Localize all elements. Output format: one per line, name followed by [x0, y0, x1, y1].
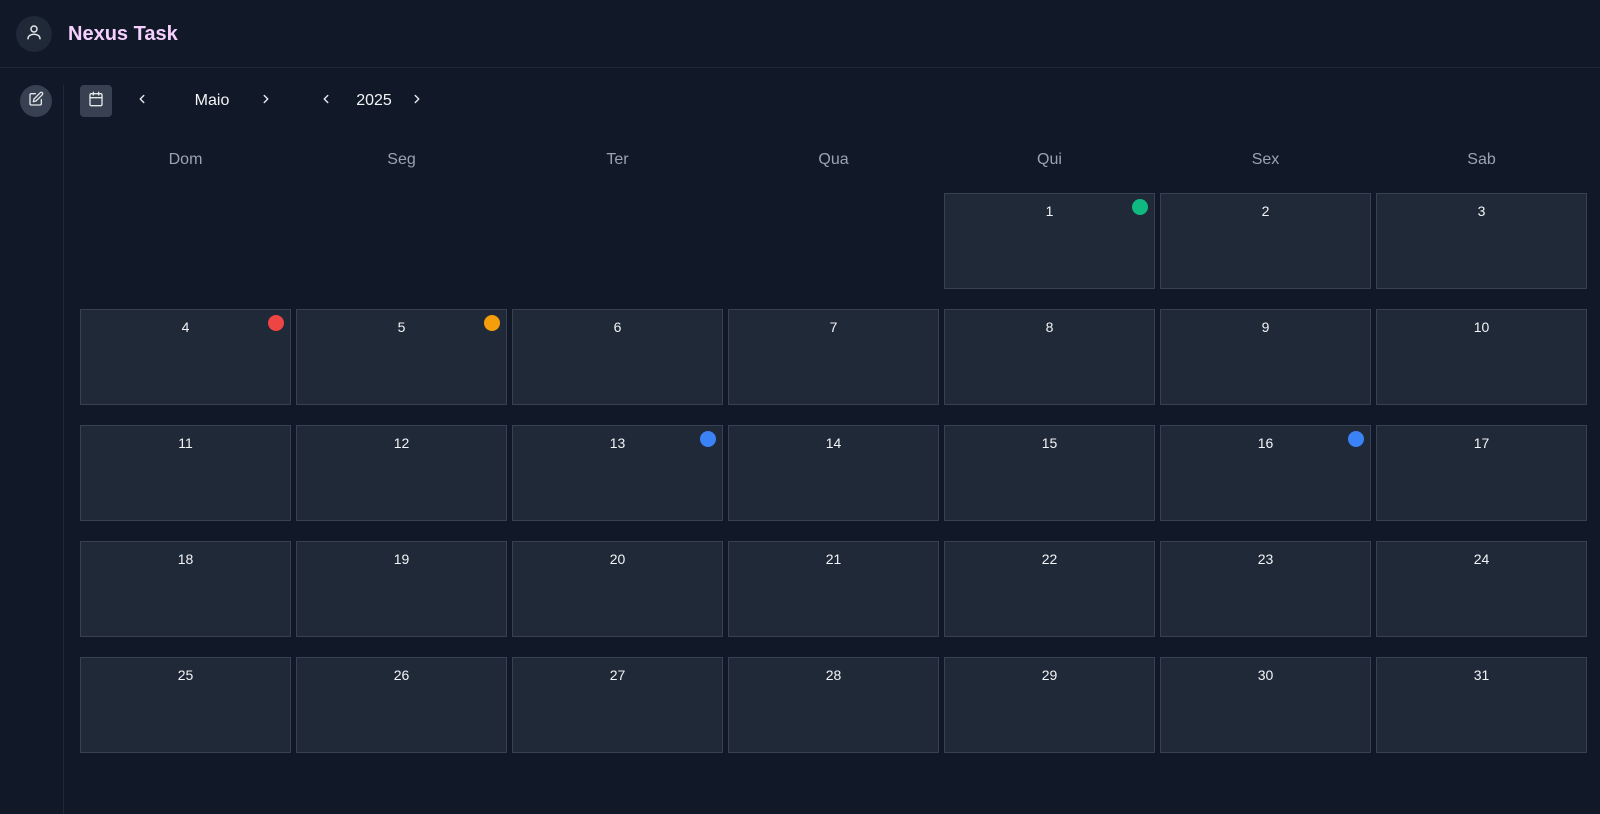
day-number: 12: [393, 435, 410, 451]
calendar-view-button[interactable]: [80, 85, 112, 117]
day-cell[interactable]: 19: [296, 541, 507, 637]
chevron-right-icon: [259, 92, 273, 111]
day-number: 27: [609, 667, 626, 683]
year-label: 2025: [356, 92, 392, 109]
day-number: 22: [1041, 551, 1058, 567]
day-number: 21: [825, 551, 842, 567]
day-cell[interactable]: 6: [512, 309, 723, 405]
calendar-icon: [88, 91, 104, 112]
next-month-button[interactable]: [254, 85, 278, 117]
day-cell[interactable]: 25: [80, 657, 291, 753]
day-cell[interactable]: 26: [296, 657, 507, 753]
day-cell[interactable]: 10: [1376, 309, 1587, 405]
day-cell[interactable]: 9: [1160, 309, 1371, 405]
sidebar: [0, 85, 64, 814]
chevron-right-icon: [410, 92, 424, 111]
day-number: 11: [178, 435, 193, 451]
day-number: 14: [825, 435, 842, 451]
task-indicator-dot: [1132, 199, 1148, 215]
day-cell[interactable]: 29: [944, 657, 1155, 753]
day-number: 17: [1473, 435, 1490, 451]
day-cell[interactable]: 5: [296, 309, 507, 405]
day-cell[interactable]: 7: [728, 309, 939, 405]
day-cell[interactable]: 14: [728, 425, 939, 521]
day-cell[interactable]: 1: [944, 193, 1155, 289]
day-cell[interactable]: 24: [1376, 541, 1587, 637]
day-cell[interactable]: 31: [1376, 657, 1587, 753]
weekday-label: Qua: [818, 151, 849, 168]
user-icon: [25, 23, 43, 46]
weekday-header-row: Dom Seg Ter Qua Qui Sex Sab: [80, 148, 1584, 172]
prev-year-button[interactable]: [314, 85, 338, 117]
chevron-left-icon: [319, 92, 333, 111]
day-cell[interactable]: 22: [944, 541, 1155, 637]
weekday-label: Seg: [387, 151, 416, 168]
day-cell[interactable]: 27: [512, 657, 723, 753]
weekday-label: Qui: [1037, 151, 1062, 168]
day-number: 10: [1473, 319, 1490, 335]
day-cell[interactable]: 21: [728, 541, 939, 637]
day-number: 3: [1477, 203, 1486, 219]
day-number: 25: [177, 667, 194, 683]
day-cell[interactable]: 30: [1160, 657, 1371, 753]
day-number: 6: [613, 319, 622, 335]
day-number: 13: [609, 435, 626, 451]
weekday-label: Ter: [606, 151, 629, 168]
day-cell[interactable]: 3: [1376, 193, 1587, 289]
app-title: Nexus Task: [68, 23, 178, 45]
day-number: 5: [397, 319, 406, 335]
day-number: 15: [1041, 435, 1058, 451]
day-number: 23: [1257, 551, 1274, 567]
day-cell[interactable]: 12: [296, 425, 507, 521]
day-number: 20: [609, 551, 626, 567]
day-number: 29: [1041, 667, 1058, 683]
day-number: 24: [1473, 551, 1490, 567]
weekday-label: Dom: [168, 151, 203, 168]
day-number: 2: [1261, 203, 1270, 219]
edit-button[interactable]: [20, 85, 52, 117]
day-number: 30: [1257, 667, 1274, 683]
day-number: 19: [393, 551, 410, 567]
weekday-label: Sex: [1251, 151, 1280, 168]
day-number: 9: [1261, 319, 1270, 335]
day-cell[interactable]: 4: [80, 309, 291, 405]
day-cell[interactable]: 13: [512, 425, 723, 521]
day-cell[interactable]: 16: [1160, 425, 1371, 521]
next-year-button[interactable]: [405, 85, 429, 117]
day-number: 31: [1473, 667, 1490, 683]
app-header: Nexus Task: [0, 0, 1600, 68]
day-number: 28: [825, 667, 842, 683]
task-indicator-dot: [268, 315, 284, 331]
day-number: 26: [393, 667, 410, 683]
day-number: 7: [829, 319, 838, 335]
prev-month-button[interactable]: [130, 85, 154, 117]
day-number: 16: [1257, 435, 1274, 451]
day-cell[interactable]: 2: [1160, 193, 1371, 289]
day-cell[interactable]: 20: [512, 541, 723, 637]
day-cell[interactable]: 28: [728, 657, 939, 753]
day-cell[interactable]: 15: [944, 425, 1155, 521]
calendar-toolbar: Maio 2025: [80, 85, 480, 117]
weekday-label: Sab: [1467, 151, 1496, 168]
user-avatar-button[interactable]: [16, 16, 52, 52]
day-cell[interactable]: 23: [1160, 541, 1371, 637]
day-number: 18: [177, 551, 194, 567]
task-indicator-dot: [700, 431, 716, 447]
task-indicator-dot: [484, 315, 500, 331]
day-cell[interactable]: 18: [80, 541, 291, 637]
edit-icon: [28, 91, 44, 112]
month-label: Maio: [194, 92, 230, 109]
day-cell[interactable]: 8: [944, 309, 1155, 405]
task-indicator-dot: [1348, 431, 1364, 447]
day-cell[interactable]: 11: [80, 425, 291, 521]
day-number: 1: [1045, 203, 1054, 219]
day-number: 4: [181, 319, 190, 335]
chevron-left-icon: [135, 92, 149, 111]
calendar-grid: 1 2 3 4 5 6 7 8 9 10 11 12 13 14 15 16 17 18 19 20 21 22 23 24 2…: [80, 193, 1587, 753]
day-cell[interactable]: 17: [1376, 425, 1587, 521]
day-number: 8: [1045, 319, 1054, 335]
